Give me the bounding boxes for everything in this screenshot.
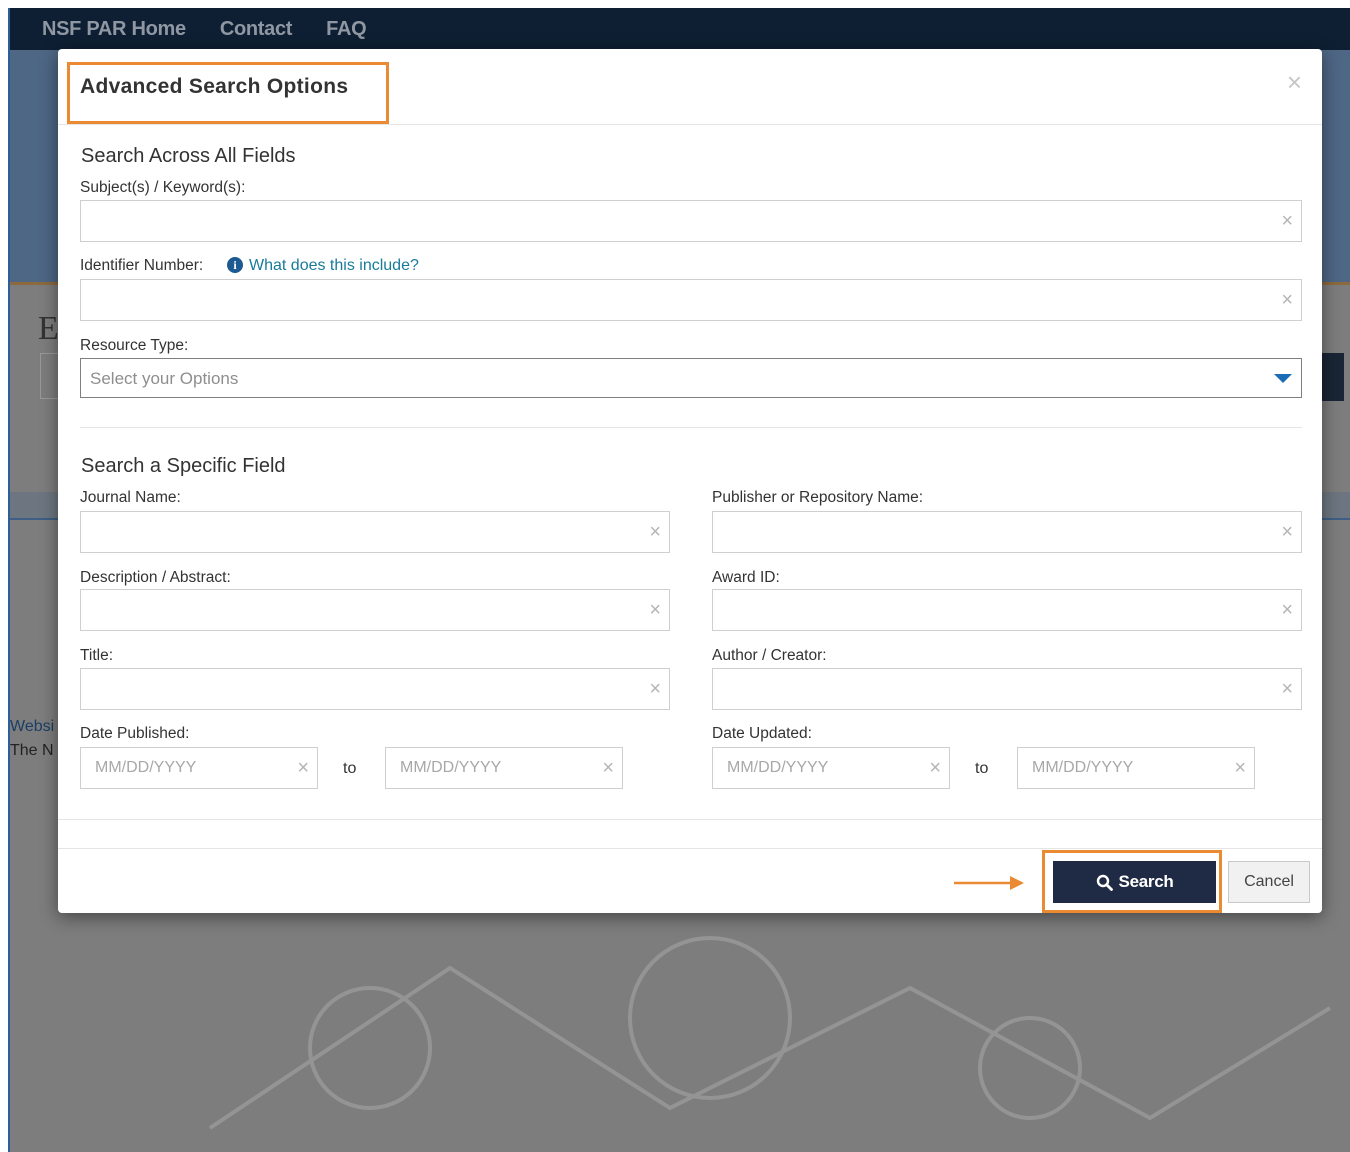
top-navigation: NSF PAR Home Contact FAQ [10, 8, 1350, 50]
author-input[interactable] [713, 669, 1301, 709]
subjects-label: Subject(s) / Keyword(s): [80, 179, 246, 196]
background-heading-fragment: E [38, 310, 59, 347]
background-footer-text: The N [10, 742, 54, 759]
section-specific-field-title: Search a Specific Field [81, 455, 286, 477]
publisher-input[interactable] [713, 512, 1301, 552]
clear-icon[interactable]: × [649, 522, 661, 542]
chevron-down-icon [1274, 374, 1292, 383]
clear-icon[interactable]: × [649, 600, 661, 620]
clear-icon[interactable]: × [1281, 679, 1293, 699]
info-icon[interactable]: i [227, 257, 243, 273]
description-label: Description / Abstract: [80, 569, 231, 586]
nav-home-link[interactable]: NSF PAR Home [42, 18, 186, 41]
date-published-to-field: × [385, 747, 623, 789]
journal-label: Journal Name: [80, 489, 181, 506]
section-all-fields-title: Search Across All Fields [81, 145, 296, 167]
identifier-input[interactable] [81, 280, 1301, 320]
nav-faq-link[interactable]: FAQ [326, 18, 367, 41]
clear-icon[interactable]: × [1281, 211, 1293, 231]
background-footer-link: Websi [10, 718, 55, 735]
cancel-button[interactable]: Cancel [1228, 861, 1310, 903]
date-updated-to-field: × [1017, 747, 1255, 789]
date-published-from-field: × [80, 747, 318, 789]
identifier-help-link[interactable]: What does this include? [249, 257, 419, 275]
description-input[interactable] [81, 590, 669, 630]
resource-type-label: Resource Type: [80, 337, 189, 354]
journal-field: × [80, 511, 670, 553]
clear-icon[interactable]: × [1281, 290, 1293, 310]
title-input[interactable] [81, 669, 669, 709]
award-label: Award ID: [712, 569, 780, 586]
date-published-to-input[interactable] [386, 748, 622, 788]
close-icon[interactable]: × [1287, 69, 1302, 95]
identifier-label: Identifier Number: [80, 257, 204, 274]
section-divider [80, 427, 1302, 428]
modal-header: Advanced Search Options × [58, 49, 1322, 125]
clear-icon[interactable]: × [1281, 600, 1293, 620]
award-field: × [712, 589, 1302, 631]
clear-icon[interactable]: × [929, 758, 941, 778]
date-updated-from-field: × [712, 747, 950, 789]
clear-icon[interactable]: × [602, 758, 614, 778]
arrow-right-icon [954, 876, 1024, 890]
nav-contact-link[interactable]: Contact [220, 18, 293, 41]
clear-icon[interactable]: × [297, 758, 309, 778]
publisher-field: × [712, 511, 1302, 553]
date-updated-to-input[interactable] [1018, 748, 1254, 788]
publisher-label: Publisher or Repository Name: [712, 489, 924, 506]
description-field: × [80, 589, 670, 631]
date-published-label: Date Published: [80, 725, 190, 742]
date-updated-to-text: to [975, 760, 989, 777]
clear-icon[interactable]: × [649, 679, 661, 699]
title-field: × [80, 668, 670, 710]
date-published-from-input[interactable] [81, 748, 317, 788]
subjects-input[interactable] [81, 201, 1301, 241]
search-highlight-box [1042, 850, 1222, 913]
author-field: × [712, 668, 1302, 710]
author-label: Author / Creator: [712, 647, 827, 664]
resource-type-select[interactable]: Select your Options [80, 358, 1302, 398]
advanced-search-modal: Advanced Search Options × Search Across … [58, 49, 1322, 913]
identifier-field: × [80, 279, 1302, 321]
journal-input[interactable] [81, 512, 669, 552]
footer-separator [58, 819, 1322, 820]
date-updated-label: Date Updated: [712, 725, 812, 742]
subjects-field: × [80, 200, 1302, 242]
date-updated-from-input[interactable] [713, 748, 949, 788]
date-published-to-text: to [343, 760, 357, 777]
title-label: Title: [80, 647, 114, 664]
resource-type-placeholder: Select your Options [90, 369, 239, 388]
award-input[interactable] [713, 590, 1301, 630]
clear-icon[interactable]: × [1281, 522, 1293, 542]
footer-border [58, 848, 1322, 849]
clear-icon[interactable]: × [1234, 758, 1246, 778]
background-artwork [208, 936, 1332, 1130]
title-highlight-box [67, 62, 389, 124]
